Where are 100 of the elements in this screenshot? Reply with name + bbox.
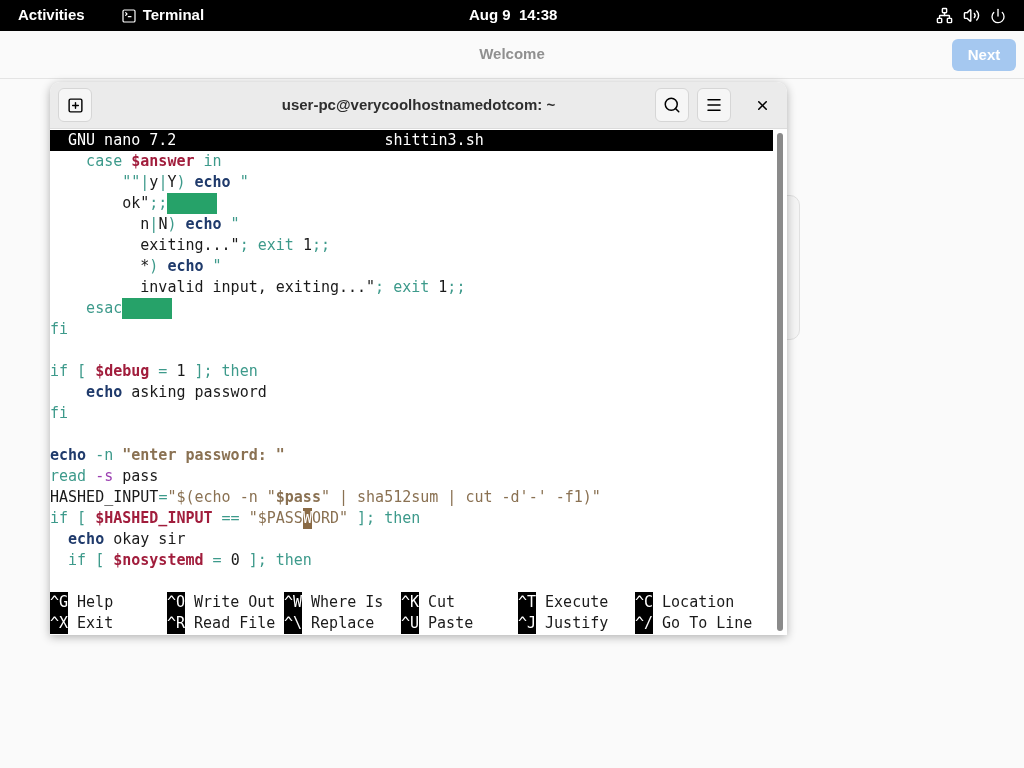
code-text: ": [211, 256, 222, 277]
code-text: echo: [167, 256, 204, 277]
code-text: ]; then: [247, 550, 312, 571]
code-text: "$PASS: [248, 508, 303, 529]
code-text: ;;: [311, 235, 330, 256]
shortcut-label: Replace: [311, 613, 375, 634]
code-text: $debug: [95, 361, 150, 382]
code-text: ; exit: [375, 277, 431, 298]
code-text: -s: [95, 466, 114, 487]
menu-icon: [705, 96, 723, 114]
code-text: exiting...": [139, 235, 240, 256]
code-text: echo: [185, 214, 222, 235]
code-text: ==: [220, 508, 241, 529]
code-text: y: [149, 172, 159, 193]
clock[interactable]: Aug 9 14:38: [469, 4, 558, 27]
code-text: =: [211, 550, 223, 571]
shortcut-key: ^G: [50, 592, 69, 613]
code-text: ): [176, 172, 187, 193]
shortcut-key: ^C: [635, 592, 654, 613]
code-text: echo: [194, 172, 231, 193]
code-text: $nosystemd: [113, 550, 204, 571]
code-text: if [: [50, 508, 88, 529]
menu-button[interactable]: [697, 88, 731, 122]
code-text: N: [158, 214, 168, 235]
code-text: read: [50, 466, 88, 487]
power-icon[interactable]: [990, 7, 1006, 24]
activities-button[interactable]: Activities: [18, 4, 85, 27]
code-text: echo: [50, 445, 87, 466]
code-text: ; exit: [239, 235, 295, 256]
code-text: esac: [85, 298, 123, 319]
code-text: ok": [121, 193, 150, 214]
terminal-icon: [120, 7, 137, 24]
code-text: $pass: [275, 487, 321, 508]
shortcut-label: Exit: [77, 613, 114, 634]
shortcut-label: Write Out: [194, 592, 276, 613]
code-text: -n: [94, 445, 115, 466]
shortcut-label: Justify: [545, 613, 609, 634]
code-text: pass: [121, 466, 159, 487]
code-text: HASHED_INPUT: [50, 487, 159, 508]
code-text: ": [229, 214, 240, 235]
search-icon: [663, 96, 681, 114]
code-text: Y: [167, 172, 177, 193]
shortcut-key: ^K: [401, 592, 420, 613]
code-text: |: [149, 214, 159, 235]
code-text: =: [158, 487, 168, 508]
shortcut-label: Paste: [428, 613, 474, 634]
shortcut-label: Cut: [428, 592, 456, 613]
shortcut-key: ^U: [401, 613, 420, 634]
code-text: " | sha512sum | cut -d'-' -f1)": [320, 487, 601, 508]
code-text: in: [202, 151, 222, 172]
code-text: okay sir: [112, 529, 186, 550]
shortcut-label: Go To Line: [662, 613, 753, 634]
code-text: ": [238, 172, 249, 193]
code-text: $HASHED_INPUT: [95, 508, 213, 529]
shortcut-key: ^J: [518, 613, 537, 634]
shortcut-key: ^/: [635, 613, 654, 634]
code-text: invalid input, exiting...": [139, 277, 376, 298]
code-text: ;;: [149, 193, 168, 214]
shortcut-key: ^W: [284, 592, 303, 613]
welcome-title: Welcome: [479, 44, 545, 65]
shortcut-key: ^X: [50, 613, 69, 634]
shortcut-label: Help: [77, 592, 114, 613]
search-button[interactable]: [655, 88, 689, 122]
code-text: ""|: [121, 172, 150, 193]
code-text: "$(echo -n ": [167, 487, 276, 508]
code-text: if [: [67, 550, 106, 571]
shortcut-key: ^R: [167, 613, 186, 634]
app-menu[interactable]: Terminal: [142, 4, 205, 27]
nano-version: GNU nano 7.2: [68, 130, 177, 151]
code-text: if [: [50, 361, 88, 382]
code-text: echo: [67, 529, 105, 550]
new-tab-button[interactable]: [58, 88, 92, 122]
code-text: ): [149, 256, 160, 277]
code-text: =: [157, 361, 169, 382]
shortcut-label: Execute: [545, 592, 609, 613]
volume-icon[interactable]: [963, 7, 980, 24]
code-text: 1: [302, 235, 312, 256]
file-name: shittin3.sh: [384, 130, 484, 151]
code-text: ]; then: [193, 361, 258, 382]
code-text: ): [167, 214, 178, 235]
code-text: echo: [85, 382, 123, 403]
network-icon[interactable]: [936, 7, 953, 24]
code-text: 1: [176, 361, 186, 382]
shortcut-key: ^O: [167, 592, 186, 613]
code-text: ]; then: [356, 508, 421, 529]
shortcut-key: ^\: [284, 613, 303, 634]
code-text: *: [139, 256, 150, 277]
shortcut-label: Read File: [194, 613, 276, 634]
text-cursor: W: [302, 508, 312, 529]
trailing-space-highlight: [122, 298, 172, 319]
code-text: asking password: [130, 382, 267, 403]
shortcut-label: Location: [662, 592, 735, 613]
code-text: $answer: [131, 151, 195, 172]
code-text: fi: [50, 319, 69, 340]
code-text: "enter password: ": [122, 445, 285, 466]
code-text: 1: [438, 277, 448, 298]
new-tab-icon: [66, 96, 84, 114]
code-text: case: [85, 151, 124, 172]
code-text: 0: [230, 550, 240, 571]
code-text: |: [158, 172, 168, 193]
